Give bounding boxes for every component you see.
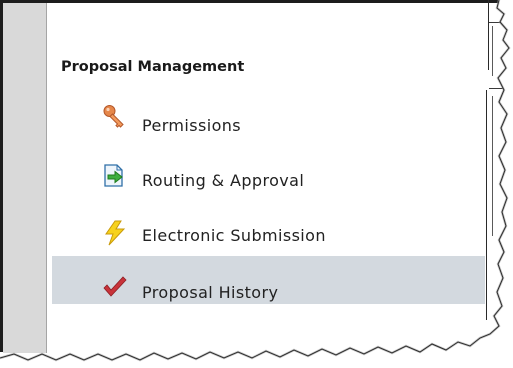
- divider-line: [486, 90, 487, 320]
- divider-line: [489, 22, 509, 23]
- divider-line: [492, 96, 493, 236]
- left-gutter: [3, 3, 47, 353]
- nav-item-electronic-submission[interactable]: Electronic Submission: [52, 214, 485, 260]
- routing-arrow-icon: [102, 163, 128, 189]
- nav-item-label: Routing & Approval: [142, 171, 305, 190]
- divider-line: [492, 26, 493, 76]
- nav-item-routing-approval[interactable]: Routing & Approval: [52, 159, 485, 205]
- nav-item-label: Electronic Submission: [142, 226, 326, 245]
- divider-line: [488, 0, 489, 70]
- section-heading: Proposal Management: [61, 59, 245, 75]
- lightning-icon: [102, 220, 128, 246]
- checkmark-icon: [102, 274, 128, 300]
- nav-item-label: Proposal History: [142, 283, 279, 302]
- divider-line: [489, 88, 507, 89]
- nav-item-label: Permissions: [142, 116, 242, 135]
- key-icon: [102, 104, 128, 130]
- nav-item-permissions[interactable]: Permissions: [52, 104, 485, 150]
- nav-item-proposal-history[interactable]: Proposal History: [52, 256, 485, 304]
